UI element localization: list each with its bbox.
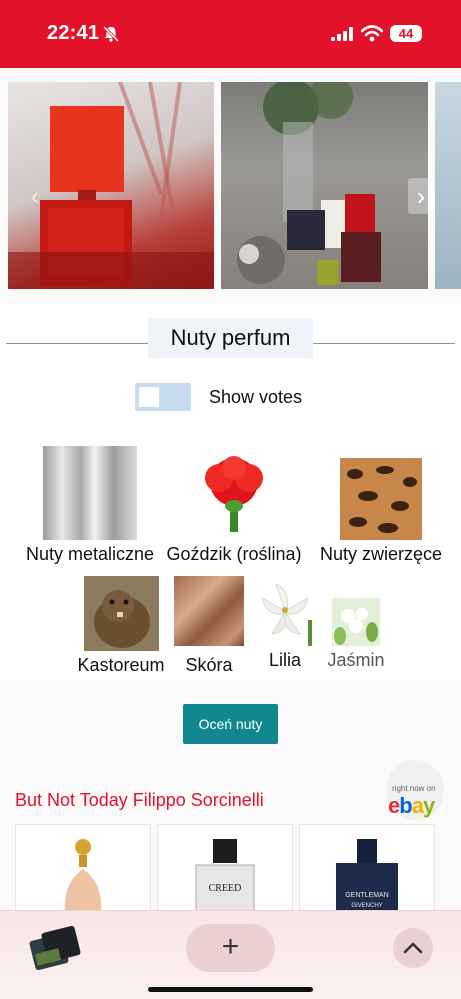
- note-item-carnation[interactable]: Goździk (roślina): [162, 446, 306, 565]
- leather-texture-image: [174, 576, 244, 646]
- leopard-fur-image: [340, 458, 422, 540]
- gallery-prev-button[interactable]: ‹: [22, 178, 48, 214]
- perfume-with-plant-illustration: [237, 82, 381, 285]
- chevron-left-icon: ‹: [30, 181, 40, 211]
- show-votes-toggle[interactable]: [135, 383, 191, 411]
- note-label: Lilia: [268, 650, 302, 670]
- toggle-knob: [139, 387, 159, 407]
- ad-title[interactable]: But Not Today Filippo Sorcinelli: [15, 790, 264, 811]
- note-label: Jaśmin: [327, 650, 385, 670]
- photo-gallery[interactable]: ‹ ›: [0, 82, 461, 292]
- jasmine-image: [332, 598, 380, 646]
- rate-notes-button[interactable]: Oceń nuty: [183, 704, 278, 744]
- wifi-icon: [361, 25, 383, 42]
- new-tab-button[interactable]: +: [186, 924, 275, 972]
- note-item-jasmine[interactable]: Jaśmin: [322, 576, 390, 671]
- tabs-icon: [29, 925, 81, 971]
- perfume-notes-section: Nuty perfum Show votes Nuty metaliczne G…: [0, 304, 461, 744]
- bell-muted-icon: [102, 25, 120, 43]
- lily-image: [252, 576, 318, 646]
- creed-label: CREED: [209, 883, 242, 894]
- givenchy-label: GIVENCHY: [351, 903, 382, 909]
- note-label: Goździk (roślina): [166, 544, 302, 564]
- gallery-image-perfume-plant[interactable]: [221, 82, 428, 289]
- cellular-signal-icon: [331, 27, 353, 41]
- section-title: Nuty perfum: [148, 318, 313, 358]
- ebay-badge-text: right now on: [392, 784, 436, 793]
- pink-perfume-bottle-image: [64, 839, 102, 910]
- browser-bottom-bar: +: [0, 910, 461, 999]
- ebay-ad-section: But Not Today Filippo Sorcinelli right n…: [0, 748, 461, 910]
- status-bar: 22:41 44: [0, 0, 461, 68]
- page-content: ‹ › Nuty perfum Show votes Nuty metalicz…: [0, 68, 461, 910]
- note-label: Kastoreum: [77, 655, 165, 675]
- gallery-image-partial[interactable]: [435, 82, 461, 289]
- ad-product-card-3[interactable]: GENTLEMAN GIVENCHY: [299, 824, 435, 910]
- battery-indicator: 44: [390, 25, 422, 42]
- gentleman-givenchy-bottle-image: GENTLEMAN GIVENCHY: [336, 839, 398, 910]
- tabs-button[interactable]: [28, 925, 82, 973]
- note-item-animalic[interactable]: Nuty zwierzęce: [308, 446, 454, 565]
- ad-product-card-2[interactable]: CREED: [157, 824, 293, 910]
- plus-icon: +: [221, 930, 240, 963]
- note-label: Nuty metaliczne: [25, 544, 155, 564]
- note-item-leather[interactable]: Skóra: [170, 576, 248, 676]
- ebay-logo: ebay: [388, 793, 435, 818]
- note-item-metallic[interactable]: Nuty metaliczne: [20, 446, 160, 565]
- gentleman-label: GENTLEMAN: [345, 892, 389, 899]
- note-label: Nuty zwierzęce: [319, 544, 443, 564]
- scroll-up-button[interactable]: [393, 928, 433, 968]
- chevron-right-icon: ›: [416, 181, 426, 211]
- creed-perfume-bottle-image: CREED: [195, 839, 255, 910]
- status-time: 22:41: [47, 22, 100, 44]
- carnation-image: [187, 446, 281, 540]
- ad-product-card-1[interactable]: [15, 824, 151, 910]
- chevron-up-icon: [403, 942, 423, 954]
- metallic-texture-image: [43, 446, 137, 540]
- gallery-next-button[interactable]: ›: [408, 178, 434, 214]
- beaver-image: [83, 576, 159, 651]
- note-item-lily[interactable]: Lilia: [250, 576, 320, 671]
- note-item-castoreum[interactable]: Kastoreum: [74, 576, 168, 676]
- home-indicator: [148, 987, 313, 992]
- show-votes-label: Show votes: [209, 387, 303, 407]
- note-label: Skóra: [185, 655, 233, 675]
